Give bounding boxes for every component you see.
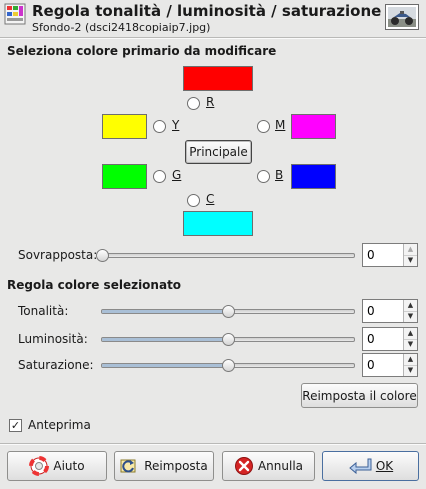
hue-value[interactable] bbox=[363, 300, 403, 322]
reset-color-button[interactable]: Reimposta il colore bbox=[301, 383, 418, 408]
help-button-label: Aiuto bbox=[53, 459, 85, 473]
saturation-slider-handle[interactable] bbox=[222, 359, 235, 372]
help-button[interactable]: Aiuto bbox=[7, 451, 107, 481]
master-button[interactable]: Principale bbox=[185, 140, 252, 164]
lightness-slider[interactable] bbox=[101, 333, 355, 346]
red-label: R bbox=[206, 95, 215, 109]
saturation-spinbox[interactable]: ▲▼ bbox=[362, 353, 418, 377]
hue-slider-fill bbox=[102, 310, 228, 313]
hue-spinbox[interactable]: ▲▼ bbox=[362, 299, 418, 323]
preview-label: Anteprima bbox=[28, 418, 91, 432]
overlap-value[interactable] bbox=[363, 244, 403, 266]
yellow-radio[interactable] bbox=[153, 120, 166, 133]
increment-icon[interactable]: ▲ bbox=[404, 354, 417, 365]
red-radio[interactable] bbox=[187, 97, 200, 110]
overlap-slider[interactable] bbox=[96, 249, 355, 262]
overlap-label: Sovrapposta: bbox=[18, 248, 98, 262]
lightness-slider-fill bbox=[102, 338, 228, 341]
green-radio[interactable] bbox=[153, 170, 166, 183]
decrement-icon[interactable]: ▼ bbox=[404, 338, 417, 350]
reset-button-label: Reimposta bbox=[144, 459, 208, 473]
lifebuoy-icon bbox=[29, 456, 50, 476]
saturation-slider[interactable] bbox=[101, 359, 355, 372]
blue-label: B bbox=[275, 168, 284, 182]
primary-section-title: Seleziona colore primario da modificare bbox=[7, 44, 277, 58]
enter-arrow-icon bbox=[349, 458, 372, 475]
reset-icon bbox=[120, 459, 136, 473]
hue-saturation-tool-icon bbox=[4, 3, 26, 25]
saturation-value[interactable] bbox=[363, 354, 403, 376]
overlap-spinbox[interactable]: ▲▼ bbox=[362, 243, 418, 267]
overlap-slider-handle[interactable] bbox=[96, 249, 109, 262]
increment-icon[interactable]: ▲ bbox=[404, 244, 417, 255]
yellow-swatch bbox=[102, 114, 147, 139]
increment-icon[interactable]: ▲ bbox=[404, 300, 417, 311]
lightness-label: Luminosità: bbox=[18, 332, 88, 346]
green-label: G bbox=[172, 168, 182, 182]
saturation-slider-fill bbox=[102, 364, 228, 367]
magenta-swatch bbox=[291, 114, 336, 139]
cyan-label: C bbox=[206, 192, 215, 206]
ok-button-label: OK bbox=[375, 459, 394, 473]
decrement-icon[interactable]: ▼ bbox=[404, 364, 417, 376]
image-thumbnail bbox=[385, 4, 419, 30]
dialog-subtitle: Sfondo-2 (dsci2418copiaip7.jpg) bbox=[32, 21, 211, 34]
reset-button[interactable]: Reimposta bbox=[114, 451, 214, 481]
hue-slider[interactable] bbox=[101, 305, 355, 318]
hue-label: Tonalità: bbox=[18, 304, 69, 318]
decrement-icon[interactable]: ▼ bbox=[404, 254, 417, 266]
preview-checkbox[interactable]: ✓ bbox=[9, 419, 22, 432]
header-separator bbox=[0, 37, 426, 39]
magenta-label: M bbox=[275, 118, 286, 132]
green-swatch bbox=[102, 164, 147, 189]
adjust-section-title: Regola colore selezionato bbox=[7, 278, 182, 292]
increment-icon[interactable]: ▲ bbox=[404, 328, 417, 339]
lightness-spinbox[interactable]: ▲▼ bbox=[362, 327, 418, 351]
cyan-radio[interactable] bbox=[187, 194, 200, 207]
lightness-slider-handle[interactable] bbox=[222, 333, 235, 346]
blue-radio[interactable] bbox=[257, 170, 270, 183]
red-swatch bbox=[183, 66, 253, 91]
checkmark-icon: ✓ bbox=[10, 419, 21, 432]
dialog-title: Regola tonalità / luminosità / saturazio… bbox=[32, 2, 382, 20]
cancel-icon bbox=[234, 457, 253, 475]
blue-swatch bbox=[291, 164, 336, 189]
hue-slider-handle[interactable] bbox=[222, 305, 235, 318]
ok-button[interactable]: OK bbox=[322, 451, 419, 481]
decrement-icon[interactable]: ▼ bbox=[404, 310, 417, 322]
saturation-label: Saturazione: bbox=[18, 358, 94, 372]
magenta-radio[interactable] bbox=[257, 120, 270, 133]
cyan-swatch bbox=[183, 211, 253, 236]
cancel-button-label: Annulla bbox=[257, 459, 304, 473]
footer-separator bbox=[0, 443, 426, 445]
yellow-label: Y bbox=[172, 118, 180, 132]
cancel-button[interactable]: Annulla bbox=[222, 451, 315, 481]
lightness-value[interactable] bbox=[363, 328, 403, 350]
